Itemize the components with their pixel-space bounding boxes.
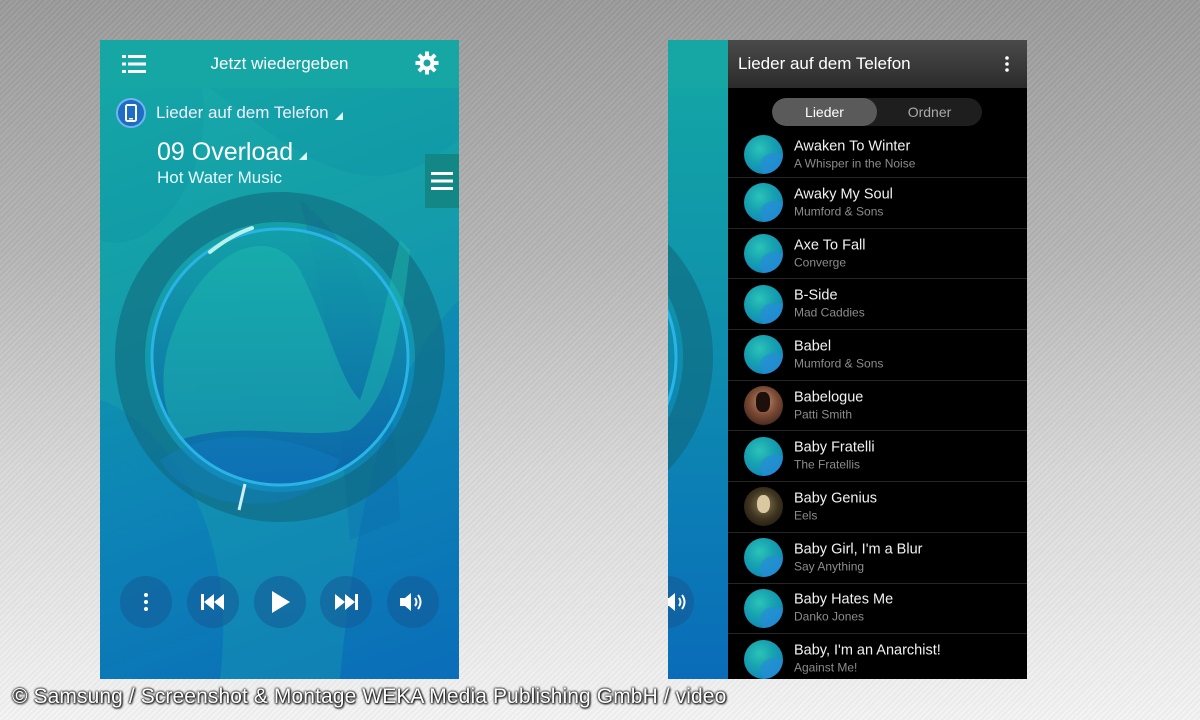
song-library-drawer: Lieder auf dem Telefon Lieder Ordner Awa… [728,40,1027,679]
play-icon[interactable] [254,576,306,628]
song-artist: Against Me! [794,660,858,675]
list-item[interactable]: Babelogue Patti Smith [728,379,1027,431]
track-title-text: 09 Overload [157,138,294,166]
album-art [744,183,783,223]
playback-controls [120,576,440,628]
song-artist: Mumford & Sons [794,204,884,219]
more-vertical-icon[interactable] [1005,56,1009,72]
album-art [744,639,783,679]
library-tabs: Lieder Ordner [772,98,982,126]
song-title: Baby Girl, I'm a Blur [794,541,923,558]
song-artist: Mad Caddies [794,305,865,320]
list-item[interactable]: Awaken To Winter A Whisper in the Noise [728,135,1027,177]
dropdown-triangle-icon [334,112,343,120]
list-item[interactable]: Axe To Fall Converge [728,227,1027,279]
album-art [744,135,783,174]
track-title[interactable]: 09 Overload [157,138,308,167]
tab-lieder[interactable]: Lieder [772,98,877,126]
list-item[interactable]: Baby Girl, I'm a Blur Say Anything [728,531,1027,583]
source-selector[interactable]: Lieder auf dem Telefon [116,97,343,129]
track-artist: Hot Water Music [157,168,283,187]
skip-next-icon[interactable] [320,576,372,628]
song-title: Babel [794,338,832,355]
now-playing-peek[interactable] [668,40,728,679]
song-artist: Danko Jones [794,609,865,624]
skip-previous-icon[interactable] [187,576,239,628]
album-art [744,386,783,426]
song-title: Baby Fratelli [794,439,875,456]
song-artist: Converge [794,255,847,270]
song-list: Awaken To Winter A Whisper in the Noise A… [728,135,1027,679]
song-title: Baby Hates Me [794,591,894,608]
library-title: Lieder auf dem Telefon [738,54,911,73]
album-art [744,487,783,527]
list-item[interactable]: Baby Genius Eels [728,481,1027,532]
phone-icon [116,98,146,128]
volume-icon[interactable] [387,576,439,628]
library-screen: Lieder auf dem Telefon Lieder Ordner Awa… [668,40,1027,679]
song-title: B-Side [794,287,838,304]
list-menu-icon[interactable] [122,52,146,76]
song-artist: A Whisper in the Noise [794,156,916,171]
song-artist: Mumford & Sons [794,356,884,371]
album-art [744,284,783,324]
album-art [744,588,783,628]
more-vertical-icon[interactable] [120,576,172,628]
album-art [744,538,783,578]
song-artist: Eels [794,508,818,523]
list-item[interactable]: Babel Mumford & Sons [728,329,1027,380]
hamburger-icon[interactable] [425,154,459,208]
song-title: Baby Genius [794,490,878,507]
album-art [744,234,783,274]
album-art [744,436,783,476]
copyright-caption: © Samsung / Screenshot & Montage WEKA Me… [12,685,727,708]
gear-icon[interactable] [415,51,439,75]
song-title: Axe To Fall [794,237,866,254]
album-art [744,335,783,375]
song-title: Babelogue [794,389,864,406]
list-item[interactable]: Baby, I'm an Anarchist! Against Me! [728,633,1027,679]
song-artist: Say Anything [794,559,865,574]
now-playing-header: Jetzt wiedergeben [100,40,459,88]
list-item[interactable]: Baby Hates Me Danko Jones [728,582,1027,634]
library-header: Lieder auf dem Telefon [728,40,1027,88]
header-title: Jetzt wiedergeben [210,54,349,73]
song-title: Awaken To Winter [794,138,911,155]
dropdown-triangle-icon [299,152,308,160]
list-item[interactable]: Baby Fratelli The Fratellis [728,430,1027,481]
song-title: Baby, I'm an Anarchist! [794,642,941,659]
source-label: Lieder auf dem Telefon [156,103,329,122]
now-playing-screen: Jetzt wiedergeben Lieder auf dem Telefon [100,40,459,679]
list-item[interactable]: Awaky My Soul Mumford & Sons [728,177,1027,228]
song-artist: Patti Smith [794,407,853,422]
song-title: Awaky My Soul [794,186,893,203]
tab-ordner[interactable]: Ordner [877,98,982,126]
list-item[interactable]: B-Side Mad Caddies [728,278,1027,329]
song-artist: The Fratellis [794,457,861,472]
